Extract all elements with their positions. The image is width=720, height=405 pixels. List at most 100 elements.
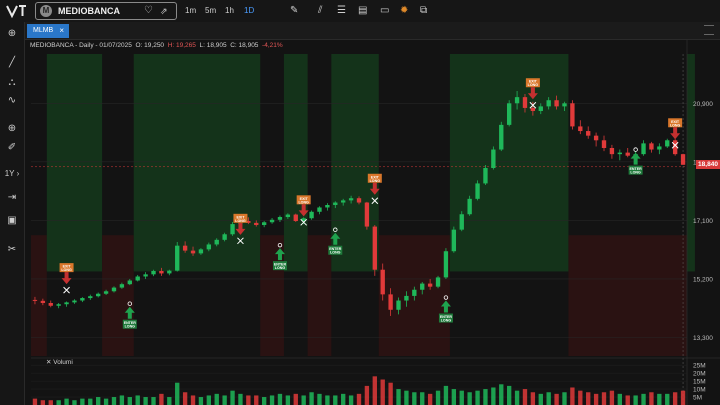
price-axis-label: 15,200: [693, 276, 713, 283]
candle-body: [617, 152, 622, 155]
timeframe-1m[interactable]: 1m: [185, 5, 196, 17]
cross-icon: [63, 286, 70, 294]
layout-columns-icon[interactable]: ▤: [358, 4, 367, 17]
candle-body: [103, 291, 109, 294]
down-arrow-icon: [61, 272, 72, 285]
volume-bar: [514, 390, 520, 405]
candle-body: [372, 226, 377, 270]
candle-body: [412, 289, 417, 296]
volume-bar: [435, 390, 441, 405]
volume-bar: [254, 395, 259, 405]
close-icon[interactable]: ×: [59, 24, 64, 38]
candle-body: [40, 300, 46, 303]
volume-bar: [625, 395, 630, 405]
candle-body: [111, 287, 117, 292]
drawing-pencil-icon[interactable]: ✎: [290, 4, 298, 17]
candle-body: [593, 135, 599, 141]
candle-body: [388, 294, 393, 310]
candle-body: [396, 300, 401, 310]
volume-bar: [119, 395, 125, 405]
down-arrow-icon: [670, 127, 681, 140]
top-toolbar: M MEDIOBANCA ♡ ⇗ 1m 5m 1h 1D ✎ ⫽ ☰ ▤ ▭ ✹…: [0, 0, 720, 23]
favorite-heart-icon[interactable]: ♡: [144, 4, 153, 18]
volume-bar: [285, 395, 291, 405]
volume-bar: [325, 395, 330, 405]
app-logo[interactable]: [6, 3, 28, 19]
pattern-tool-icon[interactable]: ⛬: [0, 77, 24, 88]
candle-body: [483, 168, 488, 184]
candle-body: [420, 283, 425, 290]
share-arrow-icon[interactable]: ⇗: [160, 4, 168, 18]
legend-high: H: 19,265: [167, 42, 196, 49]
monitor-icon[interactable]: ▭: [380, 4, 389, 17]
price-chart[interactable]: EXITLONGENTERLONGEXITLONGENTERLONGEXITLO…: [25, 40, 720, 405]
timeframe-1d[interactable]: 1D: [244, 5, 254, 17]
volume-bar: [412, 392, 417, 405]
enter-label-text: LONG: [330, 251, 341, 255]
volume-axis-label: 5M: [693, 395, 702, 402]
settings-sliders-icon[interactable]: ☰: [337, 4, 346, 17]
tab-label: MLMB: [33, 27, 54, 34]
wave-tool-icon[interactable]: ∿: [0, 95, 24, 106]
volume-bar: [190, 395, 196, 405]
candle-body: [214, 239, 219, 245]
long-zone: [449, 54, 569, 272]
exit-label-text: LONG: [670, 123, 681, 127]
export-icon[interactable]: ⇥: [0, 192, 24, 203]
line-tool-icon[interactable]: ╱: [0, 57, 24, 68]
symbol-search[interactable]: M MEDIOBANCA ♡ ⇗: [35, 2, 177, 20]
volume-bar: [522, 389, 528, 405]
volume-bar: [356, 393, 362, 405]
volume-axis-label: 25M: [693, 363, 706, 370]
candle-body: [135, 276, 140, 281]
candle-body: [475, 183, 480, 199]
long-zone: [331, 54, 379, 272]
volume-bar: [341, 393, 346, 405]
candle-body: [570, 103, 575, 127]
short-zone: [307, 235, 332, 356]
symbol-badge: M: [40, 5, 52, 17]
volume-bar: [530, 392, 536, 405]
menu-icon[interactable]: [704, 25, 714, 35]
volume-bar: [475, 390, 480, 405]
candle-body: [609, 147, 615, 155]
long-zone: [133, 54, 261, 272]
volume-bar: [609, 390, 615, 405]
volume-bar: [198, 397, 204, 405]
volume-bar: [135, 395, 140, 405]
volume-bar: [167, 397, 172, 405]
volume-bar: [396, 389, 401, 405]
document-icon[interactable]: ▣: [0, 215, 24, 226]
volume-bar: [562, 392, 567, 405]
candle-body: [499, 124, 504, 150]
volume-bar: [372, 376, 377, 405]
volume-bar: [230, 390, 235, 405]
indicators-lines-icon[interactable]: ⫽: [318, 4, 322, 17]
strategy-gear-icon[interactable]: ✹: [400, 4, 408, 17]
price-axis: 20,90019,00017,10015,20013,30025M20M15M1…: [693, 101, 713, 402]
timeframe-1h[interactable]: 1h: [225, 5, 234, 17]
volume-bar: [617, 393, 622, 405]
volume-bar: [451, 389, 457, 405]
crosshair-icon[interactable]: ⊕: [0, 123, 24, 134]
candle-body: [230, 224, 235, 235]
timeframe-5m[interactable]: 5m: [205, 5, 216, 17]
enter-label-text: LONG: [275, 266, 286, 270]
volume-bar: [88, 398, 93, 405]
enter-label-text: LONG: [441, 319, 452, 323]
tools-icon[interactable]: ✂: [0, 244, 24, 255]
screens-icon[interactable]: ⧉: [420, 4, 427, 17]
volume-bar: [633, 395, 638, 405]
short-zone: [102, 235, 134, 356]
candle-body: [48, 302, 53, 306]
tab-mlmb[interactable]: MLMB ×: [27, 24, 69, 38]
brush-icon[interactable]: ✐: [0, 142, 24, 153]
exit-label-text: LONG: [298, 200, 309, 204]
left-toolbar: ⊕ ╱ ⛬ ∿ ⊕ ✐ 1Y › ⇥ ▣ ✂: [0, 22, 25, 405]
interval-1y-button[interactable]: 1Y ›: [0, 169, 24, 178]
volume-bar: [443, 385, 449, 405]
volume-bar: [467, 392, 472, 405]
add-icon[interactable]: ⊕: [0, 28, 24, 39]
volume-bar: [64, 398, 69, 405]
candle-body: [435, 277, 441, 287]
